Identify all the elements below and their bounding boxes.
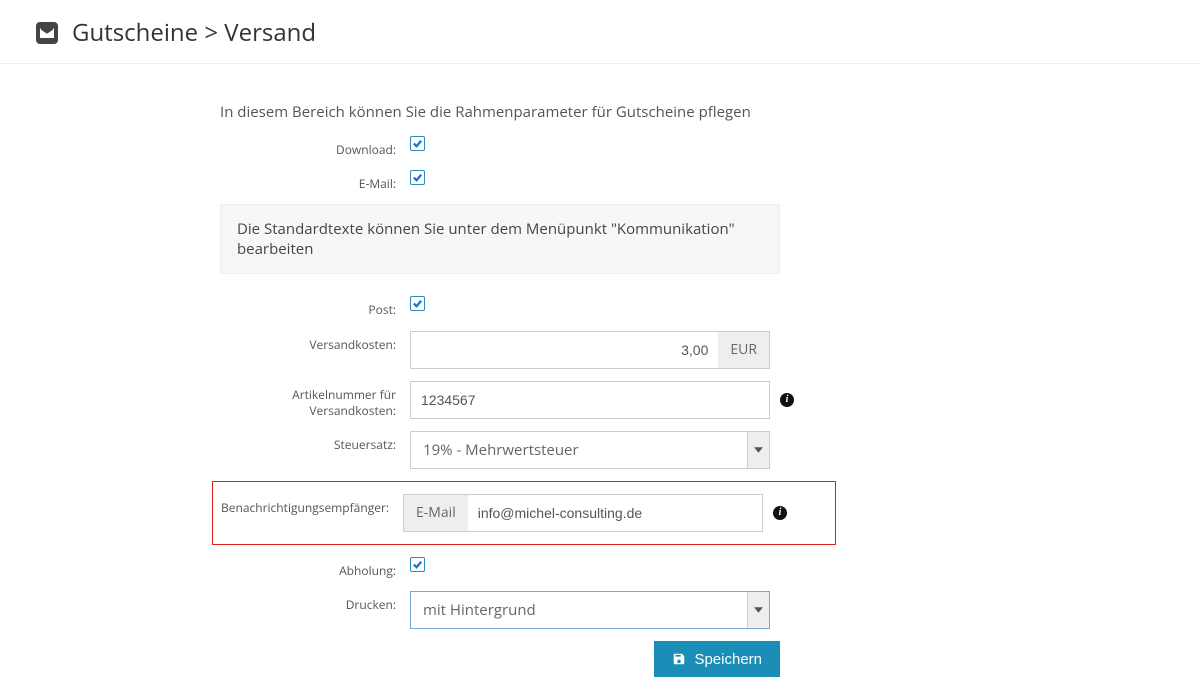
- row-download: Download:: [220, 136, 820, 158]
- drucken-label: Drucken:: [220, 591, 410, 613]
- standard-text-note: Die Standardtexte können Sie unter dem M…: [220, 204, 780, 274]
- benachrichtigung-label: Benachrichtigungsempfänger:: [213, 494, 403, 516]
- steuersatz-label: Steuersatz:: [220, 431, 410, 453]
- versandkosten-input[interactable]: [411, 332, 718, 368]
- row-artikelnummer: Artikelnummer für Versandkosten: i: [220, 381, 820, 419]
- email-label: E-Mail:: [220, 170, 410, 192]
- download-label: Download:: [220, 136, 410, 158]
- artikelnummer-label: Artikelnummer für Versandkosten:: [220, 381, 410, 419]
- steuersatz-value: 19% - Mehrwertsteuer: [411, 432, 747, 468]
- benachrichtigung-input[interactable]: [468, 495, 762, 531]
- mail-icon: [36, 22, 58, 44]
- versandkosten-label: Versandkosten:: [220, 331, 410, 353]
- chevron-down-icon: [747, 592, 769, 628]
- form-area: In diesem Bereich können Sie die Rahmenp…: [0, 64, 820, 677]
- intro-text: In diesem Bereich können Sie die Rahmenp…: [220, 102, 820, 122]
- row-abholung: Abholung:: [220, 557, 820, 579]
- chevron-down-icon: [747, 432, 769, 468]
- drucken-value: mit Hintergrund: [411, 592, 747, 628]
- info-icon[interactable]: i: [780, 393, 794, 407]
- abholung-checkbox[interactable]: [410, 557, 425, 572]
- post-label: Post:: [220, 296, 410, 318]
- row-drucken: Drucken: mit Hintergrund: [220, 591, 820, 629]
- steuersatz-select[interactable]: 19% - Mehrwertsteuer: [410, 431, 770, 469]
- post-checkbox[interactable]: [410, 296, 425, 311]
- benachrichtigung-prefix: E-Mail: [404, 495, 468, 531]
- drucken-select[interactable]: mit Hintergrund: [410, 591, 770, 629]
- versandkosten-unit: EUR: [718, 332, 769, 368]
- download-checkbox[interactable]: [410, 136, 425, 151]
- artikelnummer-input[interactable]: [410, 381, 770, 419]
- info-icon[interactable]: i: [773, 506, 787, 520]
- save-icon: [672, 652, 686, 666]
- row-steuersatz: Steuersatz: 19% - Mehrwertsteuer: [220, 431, 820, 469]
- versandkosten-input-group: EUR: [410, 331, 770, 369]
- abholung-label: Abholung:: [220, 557, 410, 579]
- row-benachrichtigung: Benachrichtigungsempfänger: E-Mail i: [212, 481, 836, 545]
- save-row: Speichern: [410, 641, 780, 677]
- page-title: Gutscheine > Versand: [72, 16, 316, 49]
- row-email: E-Mail:: [220, 170, 820, 192]
- save-button-label: Speichern: [694, 651, 762, 668]
- row-post: Post:: [220, 296, 820, 318]
- row-versandkosten: Versandkosten: EUR: [220, 331, 820, 369]
- benachrichtigung-input-group: E-Mail: [403, 494, 763, 532]
- page-header: Gutscheine > Versand: [0, 0, 1200, 64]
- email-checkbox[interactable]: [410, 170, 425, 185]
- save-button[interactable]: Speichern: [654, 641, 780, 677]
